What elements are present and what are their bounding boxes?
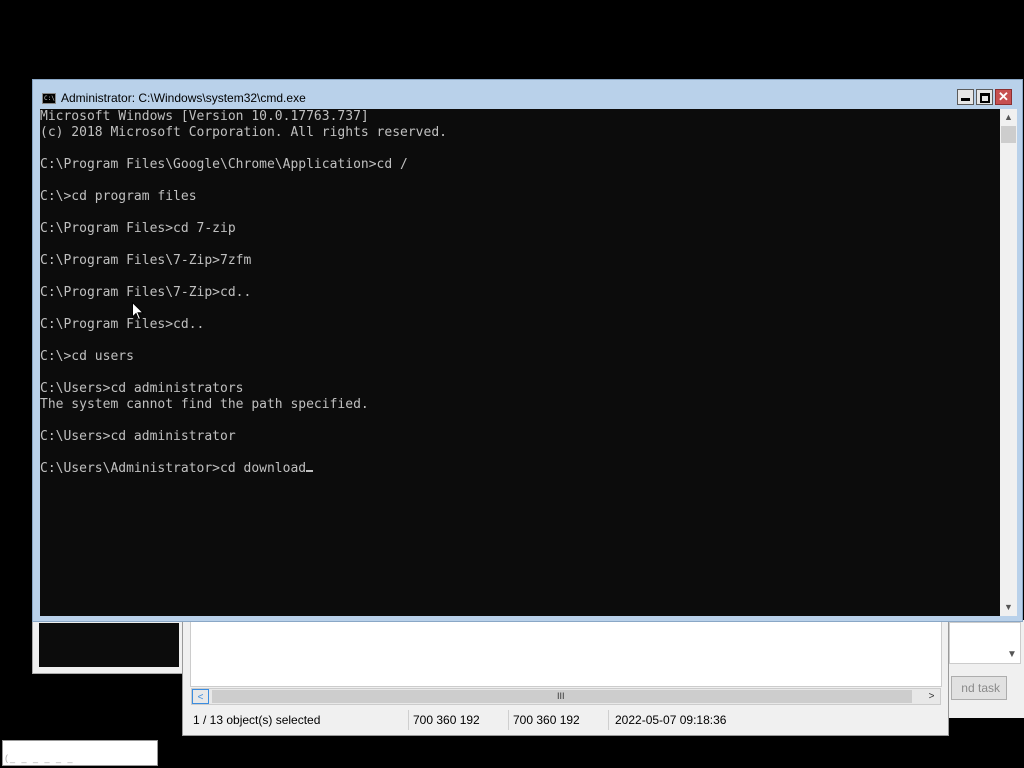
console-line: C:\Program Files>cd.. — [40, 317, 205, 332]
status-modified: 2022-05-07 09:18:36 — [615, 713, 727, 727]
vertical-scroll-thumb[interactable] — [1001, 126, 1016, 143]
scroll-up-icon[interactable]: ▲ — [1000, 109, 1017, 126]
scroll-left-icon[interactable]: < — [192, 689, 209, 704]
console-line: The system cannot find the path specifie… — [40, 397, 369, 412]
console-line: C:\Users>cd administrators — [40, 381, 244, 396]
title-bar[interactable]: C:\ Administrator: C:\Windows\system32\c… — [33, 80, 1022, 110]
console-line: C:\Users>cd administrator — [40, 429, 236, 444]
console-line: (c) 2018 Microsoft Corporation. All righ… — [40, 125, 447, 140]
background-window-console — [39, 623, 179, 667]
close-button[interactable]: ✕ — [995, 89, 1012, 105]
background-window — [32, 620, 184, 674]
scroll-down-icon[interactable]: ▼ — [1000, 599, 1017, 616]
status-size: 700 360 192 — [409, 710, 509, 730]
status-selected: 1 / 13 object(s) selected — [191, 710, 409, 730]
task-manager-window: ▼ nd task — [942, 620, 1024, 718]
task-manager-scrollbar[interactable]: ▼ — [1004, 620, 1020, 662]
mouse-pointer-icon — [132, 302, 144, 321]
scroll-grip-icon: III — [557, 691, 565, 701]
text-cursor — [306, 470, 314, 472]
end-task-button[interactable]: nd task — [951, 676, 1007, 700]
taskbar-item[interactable]: (_ _ _ _ _ _ — [2, 740, 158, 766]
console-history: Microsoft Windows [Version 10.0.17763.73… — [40, 109, 1000, 461]
taskbar-item-decoration: (_ _ _ _ _ _ — [5, 753, 75, 763]
cmd-window[interactable]: C:\ Administrator: C:\Windows\system32\c… — [32, 79, 1023, 622]
scroll-down-icon[interactable]: ▼ — [1007, 649, 1017, 660]
console-input-line[interactable]: C:\Users\Administrator>cd download — [40, 461, 1000, 477]
console-prompt: C:\Users\Administrator> — [40, 461, 221, 476]
scroll-thumb[interactable]: III — [212, 690, 912, 703]
minimize-button[interactable] — [957, 89, 974, 105]
close-icon: ✕ — [998, 89, 1009, 104]
console-line: C:\Program Files\Google\Chrome\Applicati… — [40, 157, 408, 172]
console-line: C:\Program Files\7-Zip>cd.. — [40, 285, 252, 300]
file-list[interactable] — [190, 621, 942, 687]
maximize-button[interactable] — [976, 89, 993, 105]
status-packed-size: 700 360 192 — [509, 710, 609, 730]
console-line: C:\Program Files\7-Zip>7zfm — [40, 253, 252, 268]
console-line: C:\Program Files>cd 7-zip — [40, 221, 236, 236]
console-line: C:\>cd program files — [40, 189, 197, 204]
scroll-right-icon[interactable]: > — [923, 689, 940, 704]
horizontal-scrollbar[interactable]: < III > — [191, 688, 941, 705]
cmd-icon[interactable]: C:\ — [42, 93, 56, 104]
console-line: C:\>cd users — [40, 349, 134, 364]
vertical-scrollbar[interactable]: ▲ ▼ — [1000, 109, 1017, 616]
console-output[interactable]: Microsoft Windows [Version 10.0.17763.73… — [40, 109, 1000, 616]
window-title: Administrator: C:\Windows\system32\cmd.e… — [61, 91, 306, 105]
7zip-file-manager-window: < III > 1 / 13 object(s) selected 700 36… — [182, 620, 949, 736]
status-bar: 1 / 13 object(s) selected 700 360 192 70… — [191, 710, 941, 730]
console-input[interactable]: cd download — [220, 461, 306, 476]
console-line: Microsoft Windows [Version 10.0.17763.73… — [40, 109, 369, 124]
